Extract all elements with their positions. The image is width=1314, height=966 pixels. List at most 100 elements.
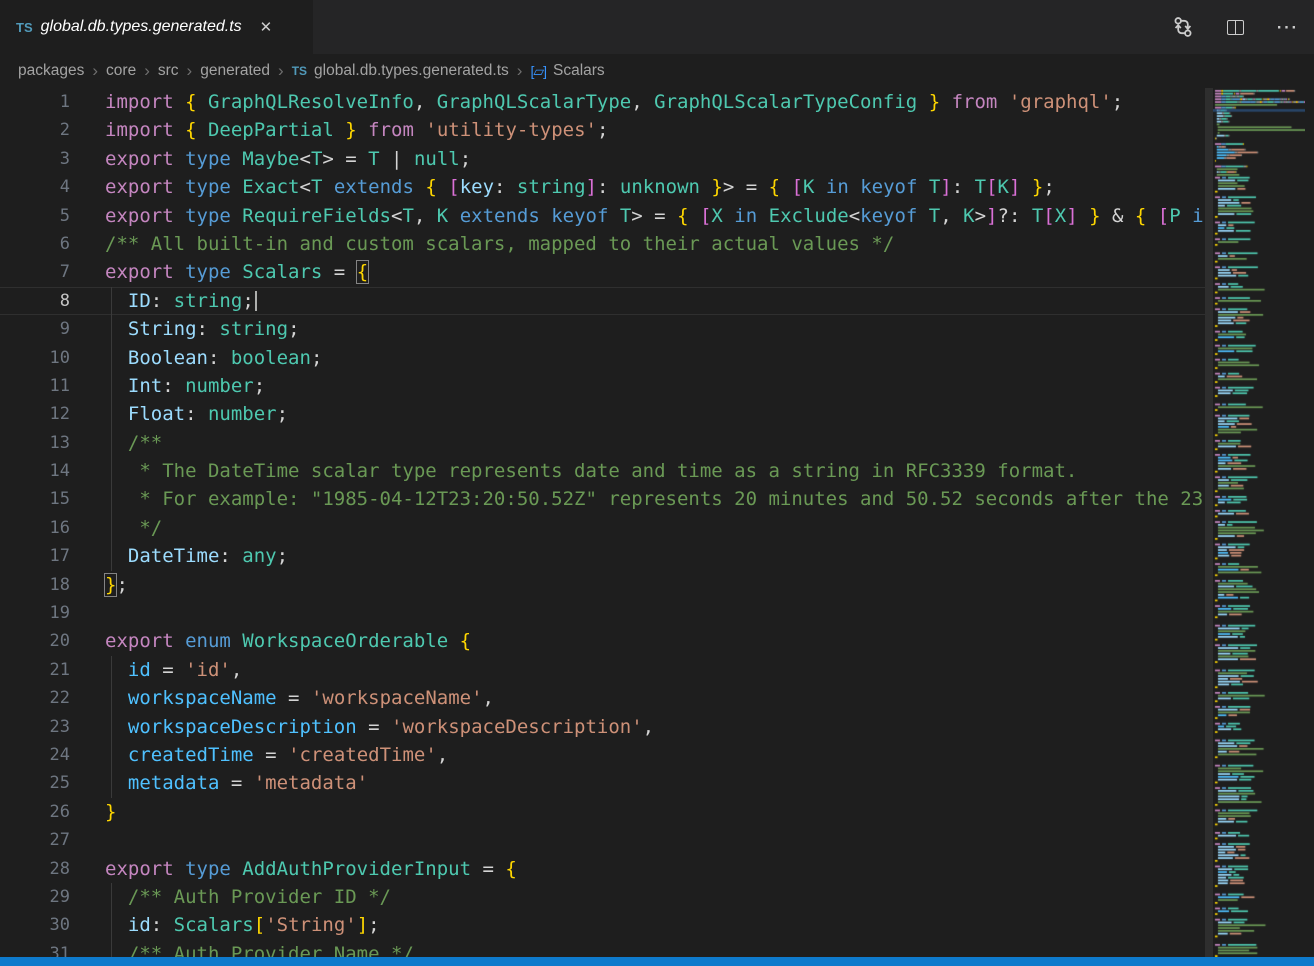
breadcrumb-item-file[interactable]: global.db.types.generated.ts (314, 62, 509, 80)
code-text: /** Auth Provider Name */ (70, 940, 414, 957)
vscode-window: TS global.db.types.generated.ts ✕ ⋯ pack… (0, 0, 1314, 966)
code-text: * For example: "1985-04-12T23:20:50.52Z"… (70, 485, 1205, 513)
code-line[interactable]: 19 (0, 599, 1205, 627)
indent-guide (111, 883, 112, 911)
line-number: 12 (0, 400, 70, 428)
line-number: 1 (0, 88, 70, 116)
text-cursor (255, 291, 257, 311)
line-number: 19 (0, 599, 70, 627)
line-number: 3 (0, 145, 70, 173)
indent-guide (111, 769, 112, 797)
line-number: 27 (0, 826, 70, 854)
code-text: /** (70, 429, 162, 457)
overview-ruler (1305, 88, 1314, 957)
code-text: * The DateTime scalar type represents da… (70, 457, 1077, 485)
line-number: 10 (0, 344, 70, 372)
code-line[interactable]: 16 */ (0, 514, 1205, 542)
code-text: export type AddAuthProviderInput = { (70, 855, 517, 883)
code-text: metadata = 'metadata' (70, 769, 368, 797)
code-line[interactable]: 3export type Maybe<T> = T | null; (0, 145, 1205, 173)
more-actions-icon[interactable]: ⋯ (1274, 14, 1300, 40)
code-text (70, 826, 105, 854)
line-number: 23 (0, 713, 70, 741)
split-editor-glyph (1227, 20, 1244, 35)
line-number: 8 (0, 287, 70, 315)
code-line[interactable]: 8 ID: string; (0, 287, 1205, 315)
indent-guide (111, 344, 112, 372)
code-line[interactable]: 11 Int: number; (0, 372, 1205, 400)
code-line[interactable]: 20export enum WorkspaceOrderable { (0, 627, 1205, 655)
breadcrumb-item-packages[interactable]: packages (18, 62, 84, 80)
breadcrumb: packages›core›src›generated›TSglobal.db.… (0, 54, 1314, 88)
open-changes-icon[interactable] (1170, 14, 1196, 40)
close-tab-icon[interactable]: ✕ (256, 16, 277, 38)
code-line[interactable]: 6/** All built-in and custom scalars, ma… (0, 230, 1205, 258)
line-number: 24 (0, 741, 70, 769)
chevron-right-icon: › (517, 61, 523, 81)
code-line[interactable]: 31 /** Auth Provider Name */ (0, 940, 1205, 957)
code-line[interactable]: 4export type Exact<T extends { [key: str… (0, 173, 1205, 201)
tab-bar: TS global.db.types.generated.ts ✕ ⋯ (0, 0, 1314, 54)
code-line[interactable]: 24 createdTime = 'createdTime', (0, 741, 1205, 769)
code-line[interactable]: 17 DateTime: any; (0, 542, 1205, 570)
chevron-right-icon: › (278, 61, 284, 81)
code-line[interactable]: 15 * For example: "1985-04-12T23:20:50.5… (0, 485, 1205, 513)
breadcrumb-item-generated[interactable]: generated (200, 62, 270, 80)
code-line[interactable]: 7export type Scalars = { (0, 258, 1205, 286)
code-text: */ (70, 514, 162, 542)
code-line[interactable]: 10 Boolean: boolean; (0, 344, 1205, 372)
line-number: 2 (0, 116, 70, 144)
code-line[interactable]: 29 /** Auth Provider ID */ (0, 883, 1205, 911)
code-text: export type Scalars = { (70, 258, 368, 286)
line-number: 25 (0, 769, 70, 797)
code-line[interactable]: 5export type RequireFields<T, K extends … (0, 202, 1205, 230)
code-text: export type Maybe<T> = T | null; (70, 145, 471, 173)
code-line[interactable]: 28export type AddAuthProviderInput = { (0, 855, 1205, 883)
code-line[interactable]: 13 /** (0, 429, 1205, 457)
line-number: 18 (0, 571, 70, 599)
line-number: 29 (0, 883, 70, 911)
line-number: 6 (0, 230, 70, 258)
code-line[interactable]: 25 metadata = 'metadata' (0, 769, 1205, 797)
code-line[interactable]: 22 workspaceName = 'workspaceName', (0, 684, 1205, 712)
code-line[interactable]: 12 Float: number; (0, 400, 1205, 428)
line-number: 21 (0, 656, 70, 684)
breadcrumb-item-core[interactable]: core (106, 62, 136, 80)
vertical-scrollbar[interactable] (1205, 88, 1213, 957)
code-text: id = 'id', (70, 656, 242, 684)
code-text: export type Exact<T extends { [key: stri… (70, 173, 1055, 201)
code-line[interactable]: 14 * The DateTime scalar type represents… (0, 457, 1205, 485)
editor-actions: ⋯ (1170, 0, 1314, 54)
indent-guide (111, 713, 112, 741)
code-text: createdTime = 'createdTime', (70, 741, 448, 769)
code-line[interactable]: 18}; (0, 571, 1205, 599)
code-line[interactable]: 1import { GraphQLResolveInfo, GraphQLSca… (0, 88, 1205, 116)
chevron-right-icon: › (144, 61, 150, 81)
code-line[interactable]: 2import { DeepPartial } from 'utility-ty… (0, 116, 1205, 144)
code-line[interactable]: 27 (0, 826, 1205, 854)
code-text: }; (70, 571, 128, 599)
code-line[interactable]: 21 id = 'id', (0, 656, 1205, 684)
code-text (70, 599, 105, 627)
code-line[interactable]: 9 String: string; (0, 315, 1205, 343)
code-text: DateTime: any; (70, 542, 288, 570)
indent-guide (111, 287, 112, 315)
breadcrumb-item-src[interactable]: src (158, 62, 179, 80)
code-line[interactable]: 23 workspaceDescription = 'workspaceDesc… (0, 713, 1205, 741)
line-number: 30 (0, 911, 70, 939)
line-number: 31 (0, 940, 70, 957)
code-text: import { DeepPartial } from 'utility-typ… (70, 116, 608, 144)
code-text: Boolean: boolean; (70, 344, 322, 372)
split-editor-icon[interactable] (1222, 14, 1248, 40)
code-line[interactable]: 30 id: Scalars['String']; (0, 911, 1205, 939)
code-text: id: Scalars['String']; (70, 911, 380, 939)
indent-guide (111, 372, 112, 400)
breadcrumb-item-symbol[interactable]: Scalars (553, 62, 605, 80)
indent-guide (111, 400, 112, 428)
indent-guide (111, 315, 112, 343)
line-number: 16 (0, 514, 70, 542)
code-line[interactable]: 26} (0, 798, 1205, 826)
minimap[interactable] (1213, 88, 1305, 957)
line-number: 14 (0, 457, 70, 485)
tab-global-db-types[interactable]: TS global.db.types.generated.ts ✕ (0, 0, 313, 54)
